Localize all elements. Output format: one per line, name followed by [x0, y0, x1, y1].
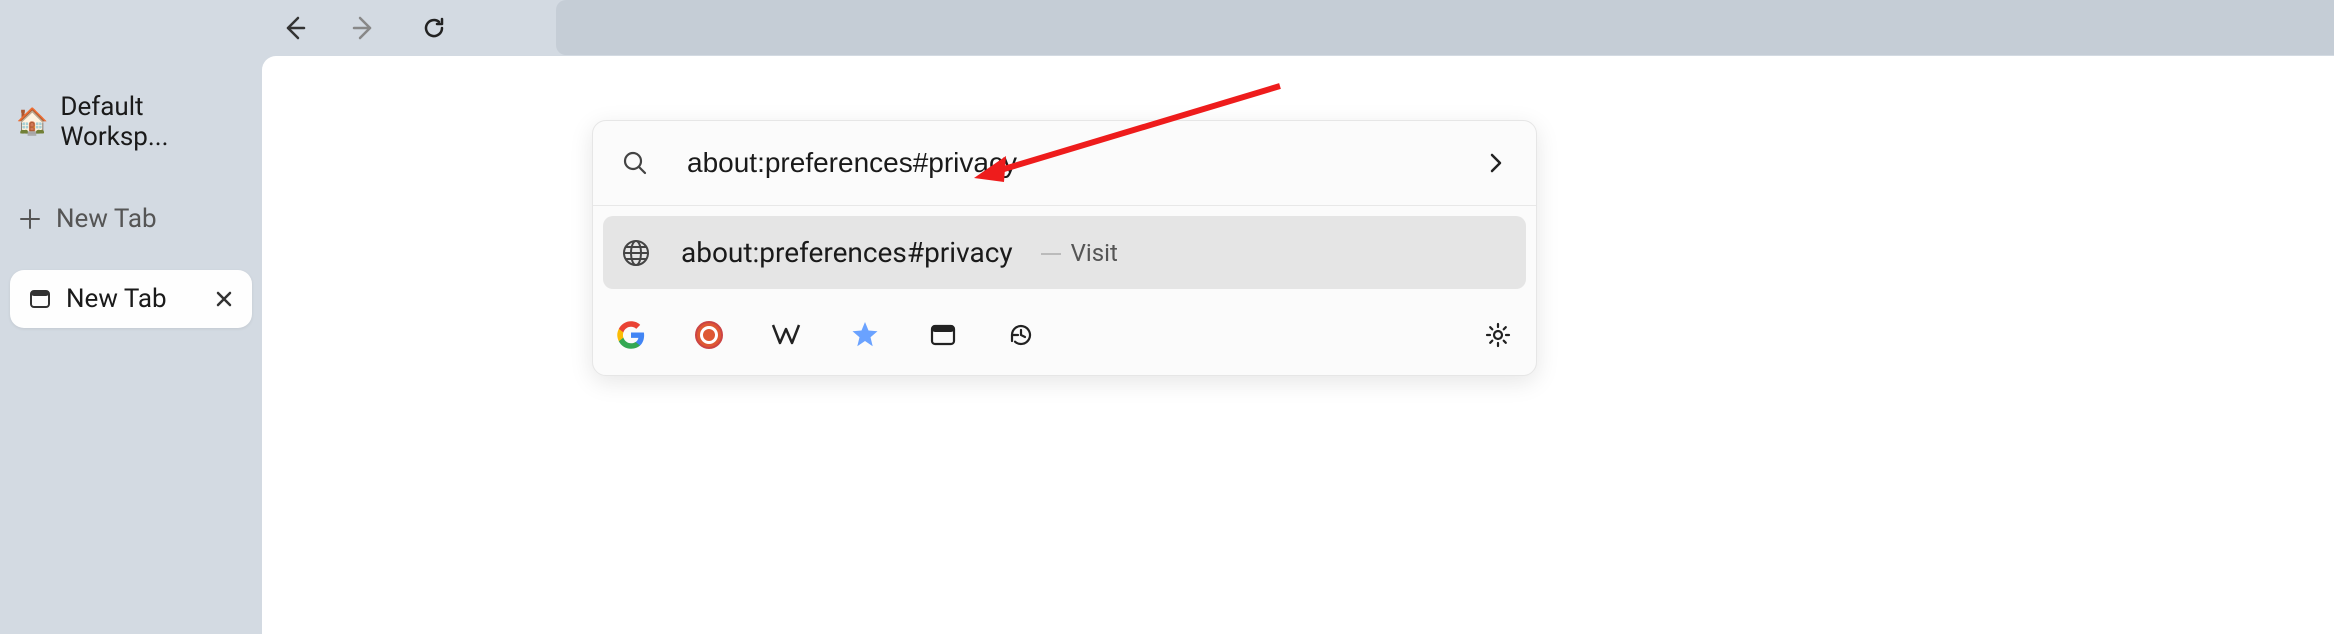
google-engine-button[interactable] — [613, 317, 649, 353]
close-icon[interactable] — [214, 289, 234, 309]
url-input-row — [593, 121, 1536, 206]
duckduckgo-engine-button[interactable] — [691, 317, 727, 353]
tab-active[interactable]: New Tab — [10, 270, 252, 328]
suggestion-action: Visit — [1041, 239, 1118, 267]
bookmarks-engine-button[interactable] — [847, 317, 883, 353]
tab-label: New Tab — [66, 284, 167, 314]
url-bar-background — [556, 0, 2334, 55]
search-icon — [621, 149, 649, 177]
search-settings-button[interactable] — [1480, 317, 1516, 353]
history-engine-button[interactable] — [1003, 317, 1039, 353]
suggestion-url: about:preferences#privacy — [681, 236, 1013, 269]
wikipedia-engine-button[interactable] — [769, 317, 805, 353]
workspace-label: Default Worksp... — [60, 92, 246, 152]
back-button[interactable] — [274, 8, 314, 48]
tabs-engine-button[interactable] — [925, 317, 961, 353]
url-input[interactable] — [687, 147, 1484, 179]
forward-button[interactable] — [344, 8, 384, 48]
home-icon: 🏠 — [16, 107, 48, 137]
url-dropdown: about:preferences#privacy Visit — [592, 120, 1537, 376]
tab-icon — [28, 287, 52, 311]
globe-icon — [621, 238, 651, 268]
nav-toolbar — [262, 0, 552, 55]
sidebar: 🏠 Default Worksp... New Tab New Tab — [0, 0, 262, 634]
suggestion-row[interactable]: about:preferences#privacy Visit — [603, 216, 1526, 289]
new-tab-button[interactable]: New Tab — [0, 196, 262, 242]
go-button[interactable] — [1484, 151, 1508, 175]
search-engine-row — [593, 299, 1536, 375]
workspace-selector[interactable]: 🏠 Default Worksp... — [0, 84, 262, 160]
plus-icon — [16, 205, 44, 233]
reload-button[interactable] — [414, 8, 454, 48]
new-tab-label: New Tab — [56, 204, 157, 234]
